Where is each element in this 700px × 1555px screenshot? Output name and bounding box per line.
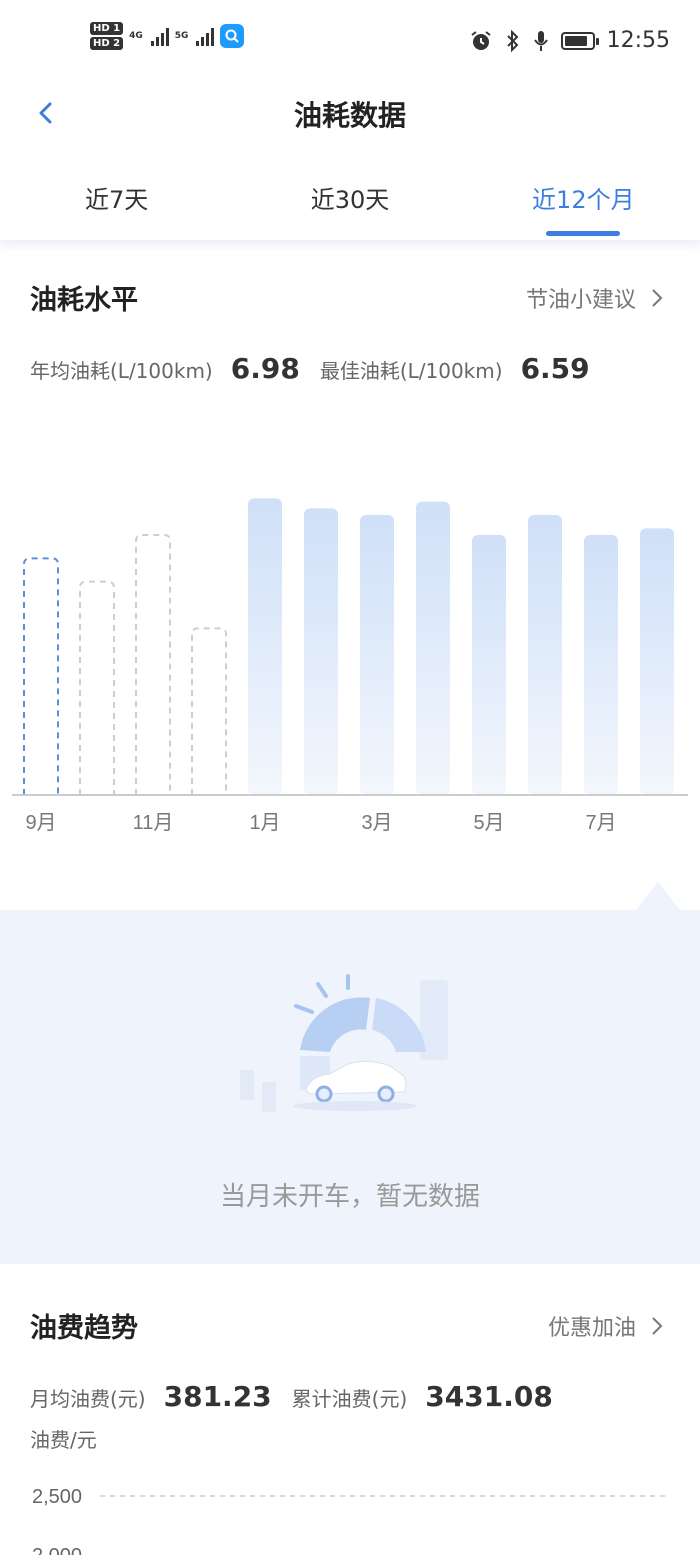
consumption-stats: 年均油耗(L/100km) 6.98 最佳油耗(L/100km) 6.59 <box>30 352 592 385</box>
total-cost-value: 3431.08 <box>425 1380 553 1413</box>
avg-consumption-label: 年均油耗(L/100km) <box>30 359 213 383</box>
bar-7月[interactable] <box>584 535 618 795</box>
status-right: 12:55 <box>469 28 670 53</box>
cost-stats: 月均油费(元) 381.23 累计油费(元) 3431.08 <box>30 1380 555 1413</box>
empty-state-message: 当月未开车，暂无数据 <box>219 1182 480 1212</box>
placeholder-bar-11月[interactable] <box>135 534 171 795</box>
cost-trend-chart: 2,500 2,000 <box>32 1486 668 1555</box>
bar-1月[interactable] <box>248 498 282 795</box>
signal-icon <box>196 26 215 46</box>
network-4g-label: 4G <box>129 31 143 41</box>
car-gauge-illustration <box>240 974 448 1112</box>
alarm-icon <box>470 30 491 50</box>
bluetooth-icon <box>506 29 519 52</box>
status-bar: HD 1 HD 2 4G 5G 12:55 <box>0 0 700 86</box>
avg-consumption-value: 6.98 <box>230 352 300 385</box>
cost-section-title: 油费趋势 <box>30 1313 138 1344</box>
chevron-right-icon <box>652 289 663 307</box>
avg-cost-value: 381.23 <box>163 1380 272 1413</box>
placeholder-bar-12月[interactable] <box>191 627 227 795</box>
sim1-badge: HD 1 <box>90 22 124 35</box>
bar-4月[interactable] <box>416 501 450 795</box>
total-cost-label: 累计油费(元) <box>291 1387 408 1411</box>
bar-2月[interactable] <box>304 508 338 795</box>
bar-6月[interactable] <box>528 515 562 795</box>
y-tick-label: 2,500 <box>32 1486 82 1508</box>
tab-label: 近30天 <box>310 186 390 214</box>
signal-icon <box>150 26 169 46</box>
cost-unit-label: 油费/元 <box>30 1428 97 1452</box>
x-tick-label: 7月 <box>585 812 616 834</box>
microphone-icon <box>533 30 548 51</box>
avg-cost-label: 月均油费(元) <box>30 1387 146 1411</box>
best-consumption-value: 6.59 <box>520 352 590 385</box>
chevron-right-icon <box>652 1317 663 1335</box>
period-tabs: 近7天 近30天 近12个月 <box>0 168 700 240</box>
tab-label: 近12个月 <box>532 186 635 214</box>
fuel-saving-tips-label: 节油小建议 <box>525 288 636 313</box>
discount-refuel-label: 优惠加油 <box>547 1316 636 1341</box>
placeholder-bar-9月[interactable] <box>23 557 59 795</box>
placeholder-bar-10月[interactable] <box>79 580 115 795</box>
network-5g-label: 5G <box>174 31 189 41</box>
y-tick-label: 2,000 <box>32 1545 82 1555</box>
discount-refuel-link[interactable]: 优惠加油 <box>548 1310 664 1342</box>
bar-3月[interactable] <box>360 515 394 795</box>
tab-30-days[interactable]: 近30天 <box>233 168 466 240</box>
active-tab-indicator <box>546 231 621 236</box>
sim2-badge: HD 2 <box>90 37 124 50</box>
status-left: HD 1 HD 2 4G 5G <box>90 22 245 50</box>
x-tick-label: 5月 <box>473 812 504 834</box>
page-title: 油耗数据 <box>293 99 406 132</box>
x-tick-label: 3月 <box>361 812 392 834</box>
consumption-section-title: 油耗水平 <box>30 285 138 316</box>
x-tick-label: 9月 <box>25 812 56 834</box>
x-tick-label: 1月 <box>249 812 280 834</box>
tab-7-days[interactable]: 近7天 <box>0 168 233 240</box>
status-time: 12:55 <box>606 28 670 53</box>
bar-8月[interactable] <box>640 528 674 795</box>
consumption-bar-chart: 9月 11月 1月 3月 5月 7月 <box>12 498 688 834</box>
tab-12-months[interactable]: 近12个月 <box>467 168 700 240</box>
tab-label: 近7天 <box>85 186 149 214</box>
bar-5月[interactable] <box>472 535 506 795</box>
empty-state-pointer <box>636 882 680 910</box>
best-consumption-label: 最佳油耗(L/100km) <box>319 359 503 383</box>
search-app-icon <box>220 24 245 48</box>
battery-icon <box>560 31 599 50</box>
sim-indicators: HD 1 HD 2 <box>90 22 124 50</box>
app-header: 油耗数据 <box>0 86 700 142</box>
x-tick-label: 11月 <box>133 812 174 834</box>
fuel-saving-tips-link[interactable]: 节油小建议 <box>526 282 664 314</box>
